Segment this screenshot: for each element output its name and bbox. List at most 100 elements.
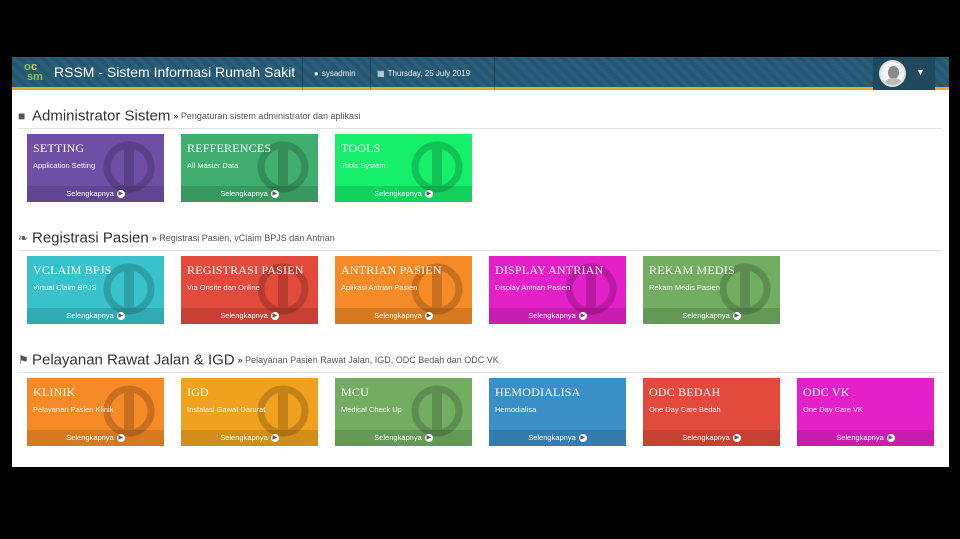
tile-subtitle: Via Onsite dan Online <box>187 283 260 292</box>
section-title: Registrasi Pasien <box>32 229 149 247</box>
chevron-right-icon: » <box>237 354 246 365</box>
section-subtitle-text: Registrasi Pasien, vClaim BPJS dan Antri… <box>159 232 335 243</box>
arrow-circle-right-icon: ▶ <box>732 312 741 321</box>
user-icon: ● <box>314 69 319 78</box>
tile-subtitle: One Day Care Bedah <box>649 405 721 414</box>
leaf-icon: ❧ <box>18 230 29 245</box>
tile-igd[interactable]: IGD Instalasi Gawat Darurat Selengkapnya ▶ <box>181 378 318 446</box>
tile-odc-bedah[interactable]: ODC BEDAH One Day Care Bedah Selengkapnya ▶ <box>643 378 780 446</box>
section-1: ❧ Registrasi Pasien» Registrasi Pasien, v… <box>18 229 942 324</box>
tile-subtitle: Application Setting <box>33 161 96 170</box>
tile-display-antrian[interactable]: DISPLAY ANTRIAN Display Antrian Pasien Sel… <box>489 256 626 324</box>
profile-dropdown[interactable]: ▼ <box>873 57 935 90</box>
arrow-circle-right-icon: ▶ <box>424 190 433 199</box>
tile-subtitle: Display Antrian Pasien <box>495 283 571 292</box>
tile-subtitle: Instalasi Gawat Darurat <box>187 405 266 414</box>
tile-title: REGISTRASI PASIEN <box>187 263 304 277</box>
more-info-link[interactable]: Selengkapnya ▶ <box>181 186 318 202</box>
tile-registrasi-pasien[interactable]: REGISTRASI PASIEN Via Onsite dan Online Se… <box>181 256 318 324</box>
more-info-link[interactable]: Selengkapnya ▶ <box>27 308 164 324</box>
tile-title: SETTING <box>33 141 85 155</box>
section-subtitle: » Pengaturan sistem administrator dan ap… <box>173 111 360 121</box>
arrow-circle-right-icon: ▶ <box>270 434 279 443</box>
tile-tools[interactable]: TOOLS Tools System Selengkapnya ▶ <box>335 134 472 202</box>
tile-mcu[interactable]: MCU Medical Check Up Selengkapnya ▶ <box>335 378 472 446</box>
more-info-label: Selengkapnya <box>528 311 576 320</box>
arrow-circle-right-icon: ▶ <box>578 434 587 443</box>
app-title[interactable]: RSSM - Sistem Informasi Rumah Sakit <box>54 64 295 80</box>
chevron-down-icon[interactable]: ▼ <box>916 67 925 77</box>
arrow-circle-right-icon: ▶ <box>424 434 433 443</box>
user-menu[interactable]: ● sysadmin <box>306 57 364 90</box>
username: sysadmin <box>321 69 356 78</box>
tile-vclaim-bpjs[interactable]: VCLAIM BPJS Virtual Claim BPJS Selengkapny… <box>27 256 164 324</box>
tile-subtitle: Aplikasi Antrian Pasien <box>341 283 418 292</box>
more-info-label: Selengkapnya <box>374 433 422 442</box>
section-header: ■ Administrator Sistem» Pengaturan sistem… <box>18 107 942 129</box>
more-info-label: Selengkapnya <box>220 433 268 442</box>
arrow-circle-right-icon: ▶ <box>578 312 587 321</box>
tile-klinik[interactable]: KLINIK Pelayanan Pasien Klinik Selengkapny… <box>27 378 164 446</box>
more-info-label: Selengkapnya <box>682 433 730 442</box>
more-info-link[interactable]: Selengkapnya ▶ <box>797 430 934 446</box>
tile-subtitle: One Day Care VK <box>803 405 864 414</box>
more-info-link[interactable]: Selengkapnya ▶ <box>643 308 780 324</box>
tile-title: REFFERENCES <box>187 141 272 155</box>
divider <box>494 57 495 90</box>
more-info-link[interactable]: Selengkapnya ▶ <box>643 430 780 446</box>
app-logo[interactable]: o c sm <box>24 61 48 83</box>
more-info-link[interactable]: Selengkapnya ▶ <box>27 430 164 446</box>
section-subtitle: » Pelayanan Pasien Rawat Jalan, IGD, ODC… <box>238 355 499 365</box>
more-info-label: Selengkapnya <box>66 433 114 442</box>
tile-title: IGD <box>187 385 209 399</box>
more-info-label: Selengkapnya <box>220 189 268 198</box>
tile-odc-vk[interactable]: ODC VK One Day Care VK Selengkapnya ▶ <box>797 378 934 446</box>
tile-antrian-pasien[interactable]: ANTRIAN PASIEN Aplikasi Antrian Pasien Sel… <box>335 256 472 324</box>
more-info-label: Selengkapnya <box>374 311 422 320</box>
calendar-icon: ▦ <box>377 69 385 78</box>
tile-rekam-medis[interactable]: REKAM MEDIS Rekam Medis Pasien Selengkapny… <box>643 256 780 324</box>
more-info-link[interactable]: Selengkapnya ▶ <box>489 308 626 324</box>
tile-subtitle: Pelayanan Pasien Klinik <box>33 405 114 414</box>
tile-title: REKAM MEDIS <box>649 263 735 277</box>
flag-icon: ⚑ <box>18 352 29 367</box>
section-title: Pelayanan Rawat Jalan & IGD <box>32 351 235 369</box>
divider <box>302 57 303 90</box>
logo-text: sm <box>27 71 43 83</box>
tile-setting[interactable]: SETTING Application Setting Selengkapnya ▶ <box>27 134 164 202</box>
more-info-link[interactable]: Selengkapnya ▶ <box>181 308 318 324</box>
more-info-label: Selengkapnya <box>220 311 268 320</box>
section-subtitle-text: Pengaturan sistem administrator dan apli… <box>180 110 361 121</box>
arrow-circle-right-icon: ▶ <box>886 434 895 443</box>
app-window: o c sm RSSM - Sistem Informasi Rumah Sak… <box>12 57 949 467</box>
section-subtitle-text: Pelayanan Pasien Rawat Jalan, IGD, ODC B… <box>245 354 499 365</box>
bookmark-icon: ■ <box>18 108 26 123</box>
tile-title: ODC BEDAH <box>649 385 721 399</box>
more-info-link[interactable]: Selengkapnya ▶ <box>335 308 472 324</box>
more-info-link[interactable]: Selengkapnya ▶ <box>27 186 164 202</box>
avatar[interactable] <box>879 60 906 87</box>
more-info-link[interactable]: Selengkapnya ▶ <box>181 430 318 446</box>
tile-subtitle: Virtual Claim BPJS <box>33 283 97 292</box>
tile-title: VCLAIM BPJS <box>33 263 112 277</box>
more-info-link[interactable]: Selengkapnya ▶ <box>335 186 472 202</box>
tile-refferences[interactable]: REFFERENCES All Master Data Selengkapnya ▶ <box>181 134 318 202</box>
tile-title: HEMODIALISA <box>495 385 581 399</box>
tile-title: ODC VK <box>803 385 850 399</box>
chevron-right-icon: » <box>173 110 181 121</box>
arrow-circle-right-icon: ▶ <box>116 190 125 199</box>
tile-subtitle: Medical Check Up <box>341 405 402 414</box>
more-info-label: Selengkapnya <box>528 433 576 442</box>
arrow-circle-right-icon: ▶ <box>116 312 125 321</box>
top-navbar: o c sm RSSM - Sistem Informasi Rumah Sak… <box>12 57 949 90</box>
tile-subtitle: Rekam Medis Pasien <box>649 283 720 292</box>
more-info-link[interactable]: Selengkapnya ▶ <box>489 430 626 446</box>
arrow-circle-right-icon: ▶ <box>424 312 433 321</box>
section-title: Administrator Sistem <box>32 107 171 125</box>
tile-hemodialisa[interactable]: HEMODIALISA Hemodialisa Selengkapnya ▶ <box>489 378 626 446</box>
arrow-circle-right-icon: ▶ <box>116 434 125 443</box>
more-info-label: Selengkapnya <box>66 311 114 320</box>
section-header: ⚑ Pelayanan Rawat Jalan & IGD» Pelayanan … <box>18 351 942 373</box>
more-info-label: Selengkapnya <box>836 433 884 442</box>
more-info-link[interactable]: Selengkapnya ▶ <box>335 430 472 446</box>
